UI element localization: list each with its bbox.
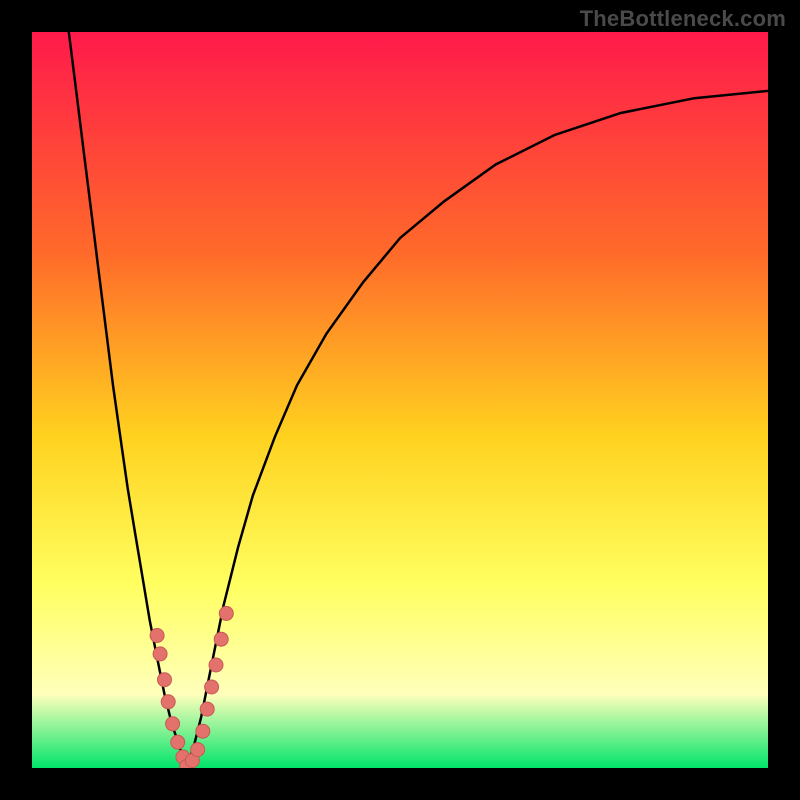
data-marker: [191, 743, 205, 757]
data-marker: [200, 702, 214, 716]
data-marker: [166, 717, 180, 731]
data-marker: [196, 724, 210, 738]
data-marker: [209, 658, 223, 672]
gradient-background: [32, 32, 768, 768]
data-marker: [153, 647, 167, 661]
data-marker: [214, 632, 228, 646]
data-marker: [171, 735, 185, 749]
data-marker: [219, 606, 233, 620]
data-marker: [161, 695, 175, 709]
data-marker: [150, 629, 164, 643]
plot-area: [32, 32, 768, 768]
data-marker: [158, 673, 172, 687]
bottleneck-chart: [32, 32, 768, 768]
outer-frame: TheBottleneck.com: [0, 0, 800, 800]
watermark-text: TheBottleneck.com: [580, 6, 786, 32]
data-marker: [205, 680, 219, 694]
